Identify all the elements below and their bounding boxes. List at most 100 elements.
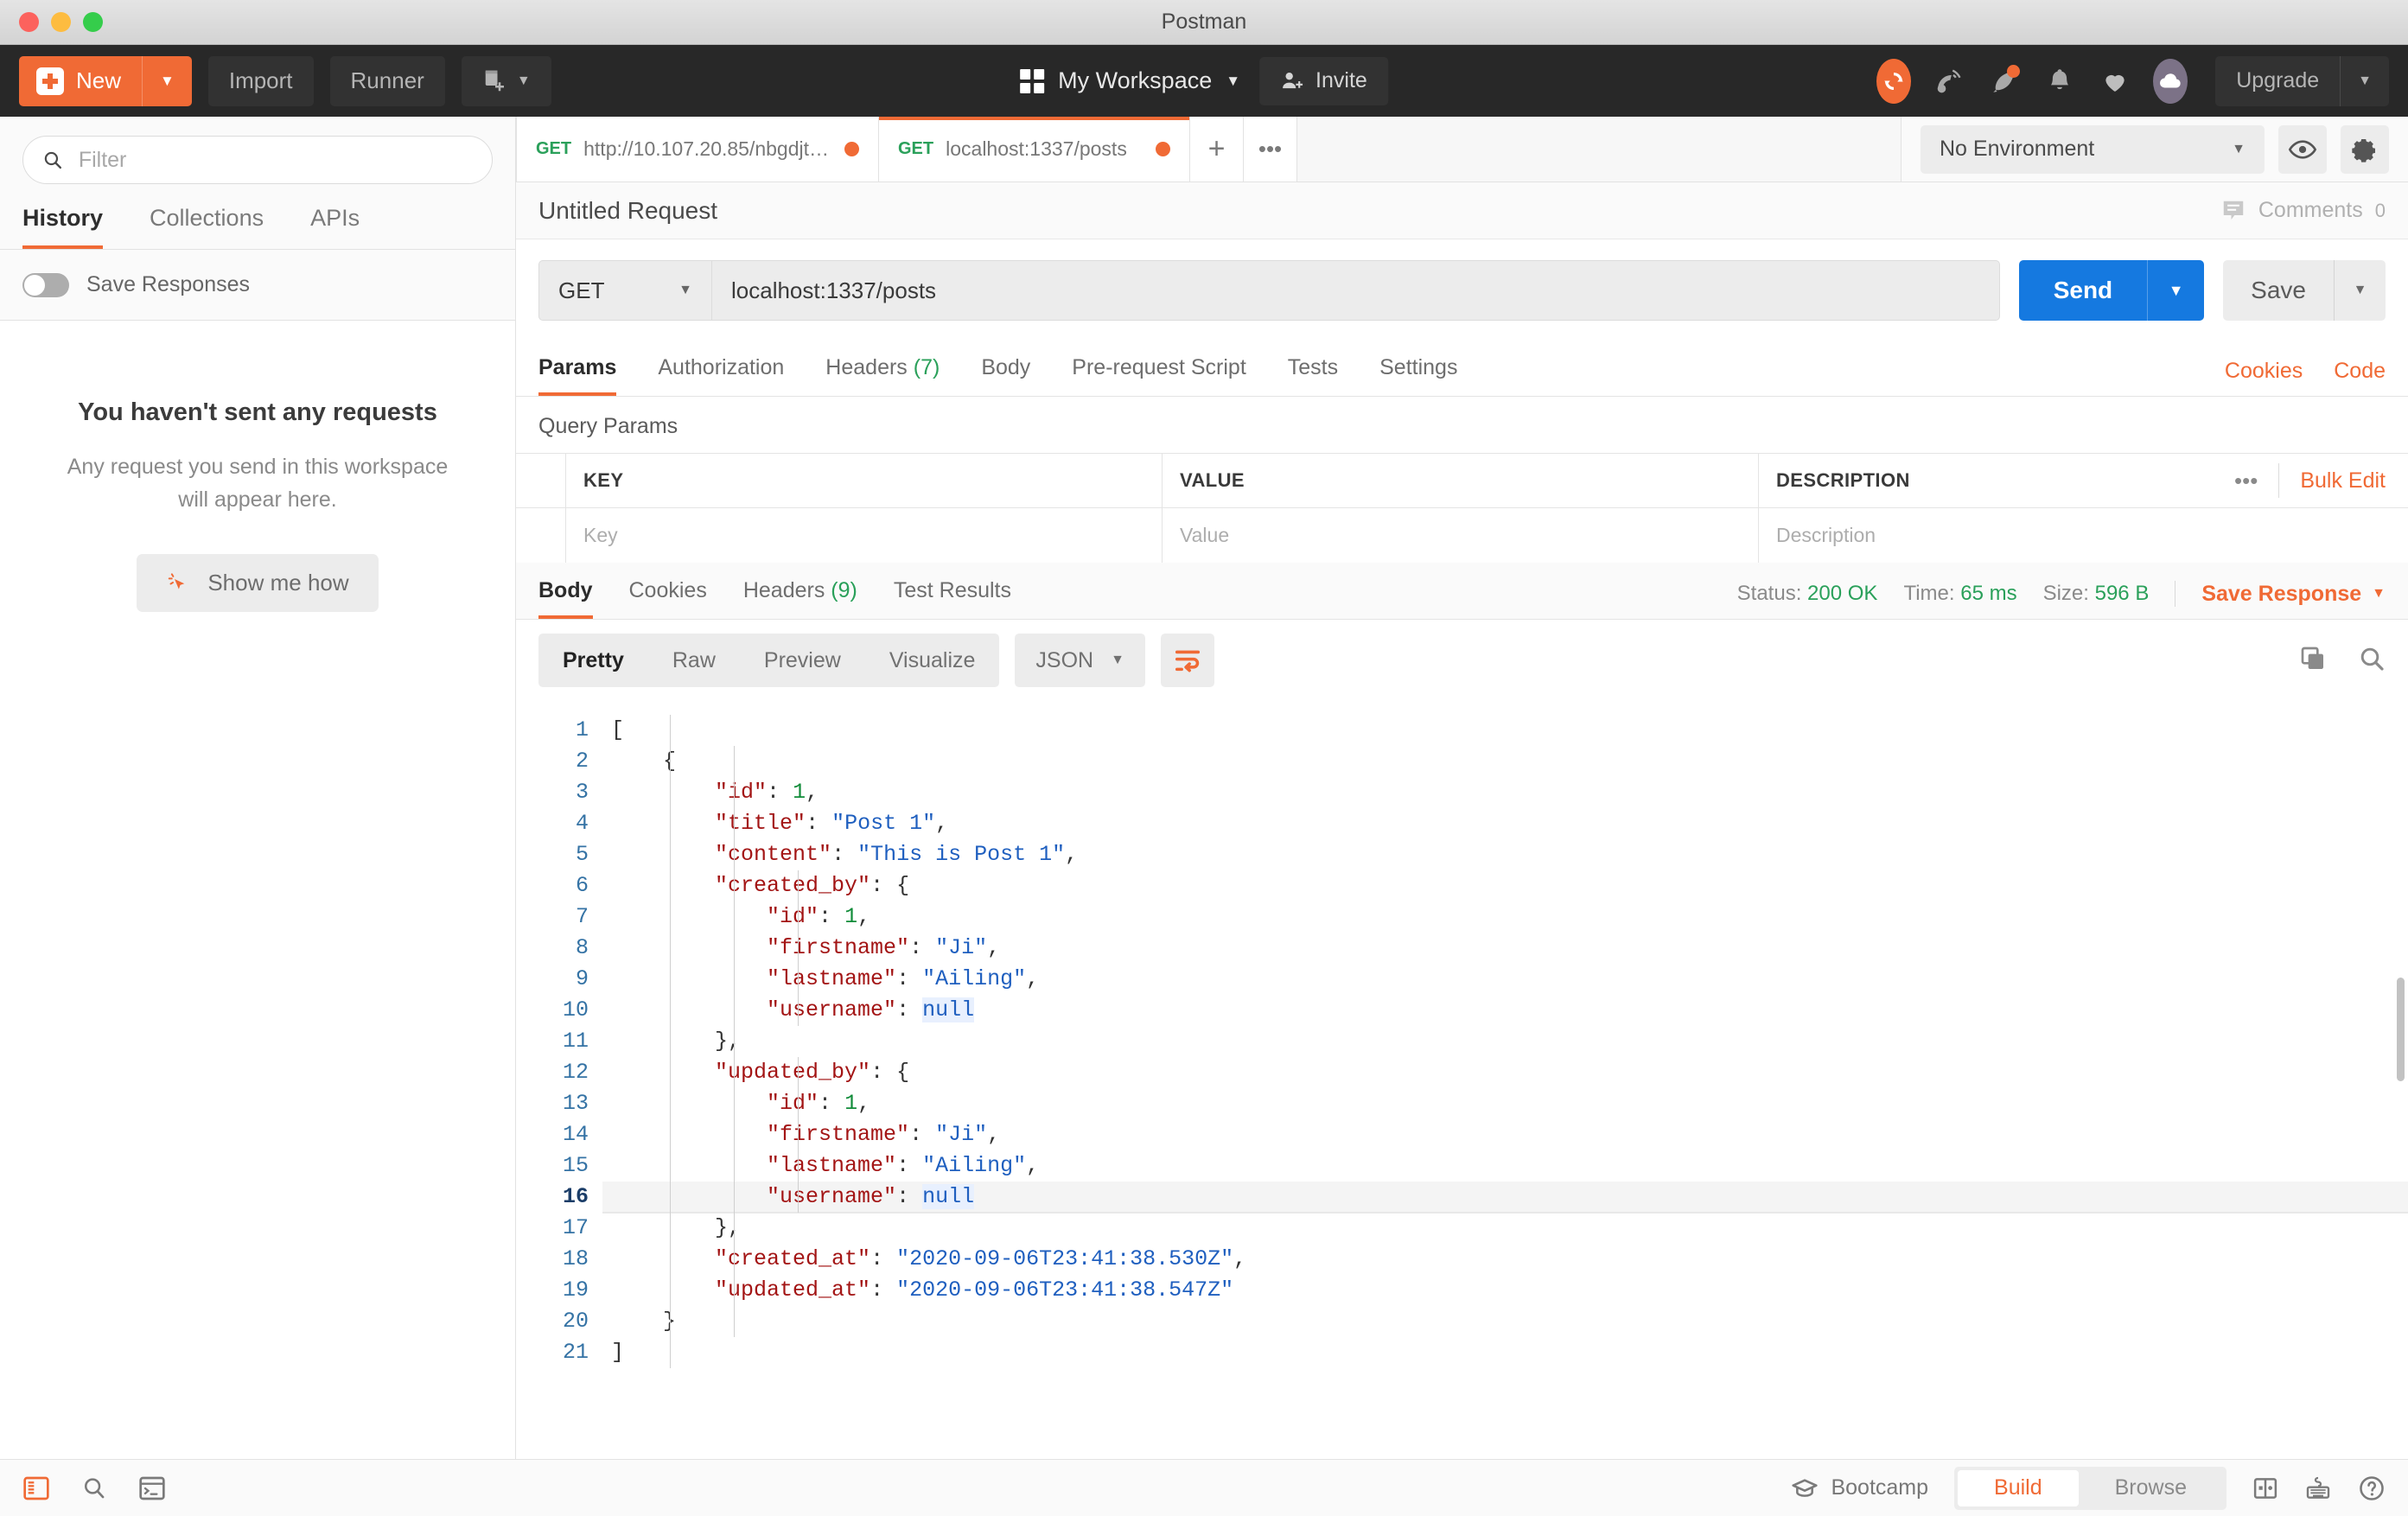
mode-browse[interactable]: Browse — [2079, 1470, 2223, 1506]
tab-headers[interactable]: Headers (7) — [825, 355, 940, 396]
filter-input[interactable] — [79, 148, 473, 173]
cell-description[interactable]: Description — [1759, 508, 2408, 563]
code-line[interactable]: "firstname": "Ji", — [602, 933, 2408, 964]
view-mode-visualize[interactable]: Visualize — [865, 648, 1000, 673]
copy-button[interactable] — [2299, 645, 2327, 677]
tab-authorization[interactable]: Authorization — [658, 355, 784, 396]
rocket-button[interactable] — [1987, 64, 2022, 99]
send-options-button[interactable]: ▼ — [2147, 260, 2204, 321]
code-line[interactable]: } — [602, 1306, 2408, 1337]
tab-pre-request-script[interactable]: Pre-request Script — [1072, 355, 1245, 396]
table-options-button[interactable]: ••• — [2234, 468, 2258, 494]
invite-button[interactable]: Invite — [1259, 57, 1388, 105]
save-button[interactable]: Save — [2223, 260, 2334, 321]
comments-button[interactable]: Comments 0 — [2220, 198, 2386, 223]
sidebar-tab-history[interactable]: History — [22, 200, 103, 249]
code-line[interactable]: "created_by": { — [602, 870, 2408, 901]
tab-params[interactable]: Params — [538, 355, 616, 396]
response-tab-headers[interactable]: Headers (9) — [743, 578, 857, 619]
code-line[interactable]: "updated_at": "2020-09-06T23:41:38.547Z" — [602, 1275, 2408, 1306]
workspace-selector[interactable]: My Workspace ▼ — [1020, 67, 1240, 94]
response-tab-cookies[interactable]: Cookies — [629, 578, 707, 619]
tab-body[interactable]: Body — [981, 355, 1030, 396]
code-line[interactable]: }, — [602, 1213, 2408, 1244]
request-tab-1[interactable]: GET http://10.107.20.85/nbgdjt/acco... — [516, 117, 879, 182]
environment-settings-button[interactable] — [2341, 125, 2389, 174]
code-line[interactable]: "username": null — [602, 1182, 2408, 1213]
code-line[interactable]: "title": "Post 1", — [602, 808, 2408, 839]
code-line[interactable]: "firstname": "Ji", — [602, 1119, 2408, 1150]
code-line[interactable]: "username": null — [602, 995, 2408, 1026]
new-tab-button[interactable]: + — [1190, 117, 1244, 182]
code-line[interactable]: "content": "This is Post 1", — [602, 839, 2408, 870]
tab-tests[interactable]: Tests — [1288, 355, 1338, 396]
chevron-down-icon[interactable]: ▼ — [2341, 73, 2389, 89]
response-tab-test-results[interactable]: Test Results — [894, 578, 1011, 619]
runner-button[interactable]: Runner — [330, 56, 445, 106]
mode-build[interactable]: Build — [1958, 1470, 2079, 1506]
cell-value[interactable]: Value — [1163, 508, 1759, 563]
code-line[interactable]: "id": 1, — [602, 901, 2408, 933]
account-avatar-button[interactable] — [2153, 64, 2188, 99]
save-response-button[interactable]: Save Response ▼ — [2201, 582, 2386, 607]
sync-button[interactable] — [1876, 64, 1911, 99]
save-responses-toggle[interactable] — [22, 273, 69, 297]
code-line[interactable]: "id": 1, — [602, 777, 2408, 808]
upgrade-button[interactable]: Upgrade ▼ — [2215, 56, 2389, 106]
find-button[interactable] — [81, 1475, 107, 1501]
filter-box[interactable] — [22, 136, 493, 184]
favorites-button[interactable] — [2098, 64, 2132, 99]
save-options-button[interactable]: ▼ — [2334, 260, 2386, 321]
view-mode-pretty[interactable]: Pretty — [538, 648, 648, 673]
import-button[interactable]: Import — [208, 56, 314, 106]
help-button[interactable] — [2358, 1475, 2386, 1502]
code-line[interactable]: "id": 1, — [602, 1088, 2408, 1119]
bootcamp-button[interactable]: Bootcamp — [1791, 1475, 1928, 1500]
keyboard-shortcuts-button[interactable] — [2304, 1475, 2332, 1501]
cookies-link[interactable]: Cookies — [2225, 359, 2303, 384]
sidebar-tab-collections[interactable]: Collections — [150, 200, 264, 249]
vertical-scrollbar[interactable] — [2397, 978, 2405, 1081]
code-content[interactable]: [ { "id": 1, "title": "Post 1", "content… — [602, 701, 2408, 1459]
view-mode-preview[interactable]: Preview — [740, 648, 865, 673]
send-button[interactable]: Send — [2019, 260, 2147, 321]
code-line[interactable]: ] — [602, 1337, 2408, 1368]
bulk-edit-button[interactable]: Bulk Edit — [2300, 468, 2386, 494]
environment-select[interactable]: No Environment ▼ — [1921, 125, 2265, 174]
code-line[interactable]: "lastname": "Ailing", — [602, 1150, 2408, 1182]
code-link[interactable]: Code — [2334, 359, 2386, 384]
sidebar-tab-apis[interactable]: APIs — [310, 200, 360, 249]
view-mode-raw[interactable]: Raw — [648, 648, 740, 673]
sidebar-toggle-button[interactable] — [22, 1475, 50, 1501]
format-select[interactable]: JSON ▼ — [1015, 634, 1145, 687]
new-window-button[interactable]: ▼ — [462, 56, 551, 106]
response-tab-body[interactable]: Body — [538, 578, 593, 619]
response-body-viewer[interactable]: 123456789101112131415161718192021 [ { "i… — [516, 701, 2408, 1459]
request-tab-2[interactable]: GET localhost:1337/posts — [879, 117, 1190, 182]
code-line[interactable]: "created_at": "2020-09-06T23:41:38.530Z"… — [602, 1244, 2408, 1275]
new-button[interactable]: New ▼ — [19, 56, 192, 106]
code-line[interactable]: "lastname": "Ailing", — [602, 964, 2408, 995]
code-line[interactable]: { — [602, 746, 2408, 777]
two-pane-button[interactable] — [2252, 1476, 2278, 1500]
url-input[interactable] — [711, 260, 2000, 321]
tab-options-button[interactable]: ••• — [1244, 117, 1297, 182]
notifications-button[interactable] — [2042, 64, 2077, 99]
request-title[interactable]: Untitled Request — [538, 197, 717, 225]
sidebar-toggle-icon — [22, 1475, 50, 1501]
search-body-button[interactable] — [2358, 645, 2386, 677]
cell-key[interactable]: Key — [566, 508, 1163, 563]
show-me-how-button[interactable]: Show me how — [137, 554, 378, 612]
tab-settings[interactable]: Settings — [1379, 355, 1457, 396]
code-line[interactable]: [ — [602, 715, 2408, 746]
table-row[interactable]: Key Value Description — [516, 507, 2408, 563]
environment-quick-look-button[interactable] — [2278, 125, 2327, 174]
satellite-button[interactable] — [1932, 64, 1966, 99]
console-button[interactable] — [138, 1475, 166, 1501]
code-editor[interactable]: 123456789101112131415161718192021 [ { "i… — [516, 701, 2408, 1459]
word-wrap-button[interactable] — [1161, 634, 1214, 687]
code-line[interactable]: }, — [602, 1026, 2408, 1057]
http-method-select[interactable]: GET ▼ — [538, 260, 711, 321]
chevron-down-icon[interactable]: ▼ — [143, 73, 192, 90]
code-line[interactable]: "updated_by": { — [602, 1057, 2408, 1088]
